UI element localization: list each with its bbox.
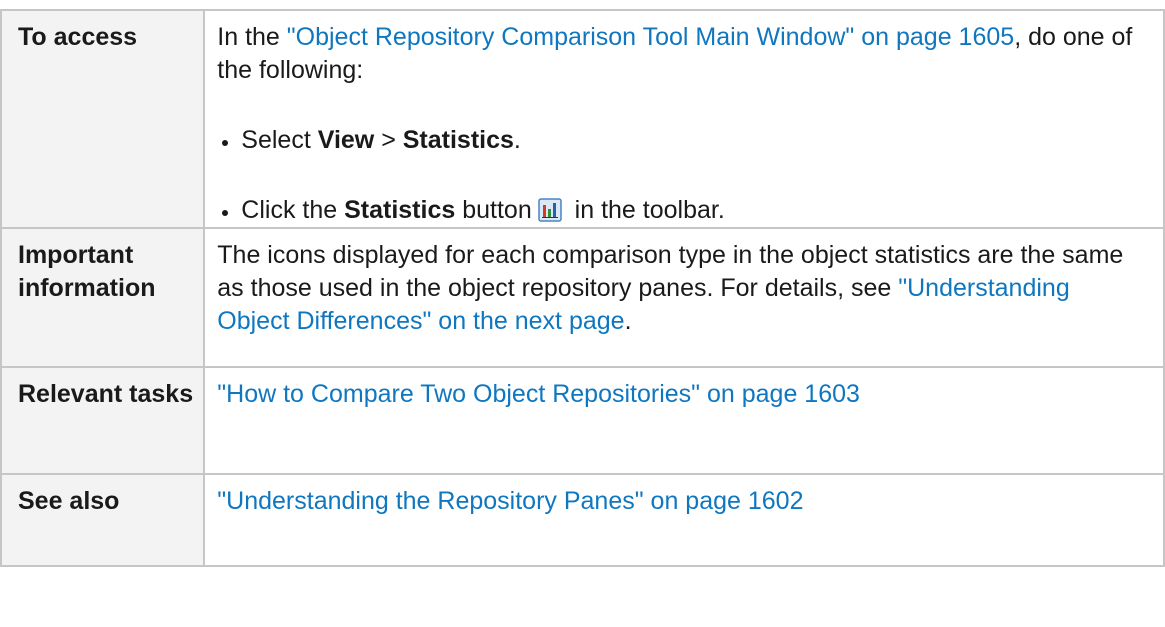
bullet-period: . xyxy=(513,126,521,154)
bullet-separator: > xyxy=(374,126,403,154)
table-row-see-also: See also "Understanding the Repository P… xyxy=(0,473,1165,567)
info-table: To access In the "Object Repository Comp… xyxy=(0,9,1165,567)
statistics-bar-chart-icon xyxy=(537,198,562,222)
row-header-to-access: To access xyxy=(0,9,206,229)
bullet-text: button xyxy=(455,196,532,224)
bullet-text: Click the xyxy=(241,196,345,224)
compare-repositories-link[interactable]: "How to Compare Two Object Repositories"… xyxy=(217,380,860,408)
list-item-click-statistics: Click the Statistics button in the toolb… xyxy=(217,194,1143,227)
important-period: . xyxy=(624,307,632,335)
row-content-to-access: In the "Object Repository Comparison Too… xyxy=(203,9,1165,229)
access-options-list: Select View > Statistics. Click the Stat… xyxy=(217,124,1143,227)
row-header-relevant-tasks: Relevant tasks xyxy=(0,366,206,475)
menu-statistics-text: Statistics xyxy=(402,126,514,154)
row-content-see-also: "Understanding the Repository Panes" on … xyxy=(203,473,1165,567)
row-content-relevant-tasks: "How to Compare Two Object Repositories"… xyxy=(203,366,1165,475)
main-window-link[interactable]: "Object Repository Comparison Tool Main … xyxy=(287,23,1014,51)
repository-panes-link[interactable]: "Understanding the Repository Panes" on … xyxy=(217,487,803,515)
bullet-text: Select xyxy=(241,126,318,154)
row-header-see-also: See also xyxy=(0,473,206,567)
table-row-to-access: To access In the "Object Repository Comp… xyxy=(0,9,1165,229)
statistics-button-name: Statistics xyxy=(344,196,456,224)
menu-view-text: View xyxy=(317,126,375,154)
list-item-select-view: Select View > Statistics. xyxy=(217,124,1143,157)
row-header-important-information: Important information xyxy=(0,227,206,368)
row-content-important-information: The icons displayed for each comparison … xyxy=(203,227,1165,368)
access-prefix-text: In the xyxy=(217,23,287,51)
table-row-relevant-tasks: Relevant tasks "How to Compare Two Objec… xyxy=(0,366,1165,475)
bullet-text: in the toolbar. xyxy=(567,196,725,224)
table-row-important-information: Important information The icons displaye… xyxy=(0,227,1165,368)
